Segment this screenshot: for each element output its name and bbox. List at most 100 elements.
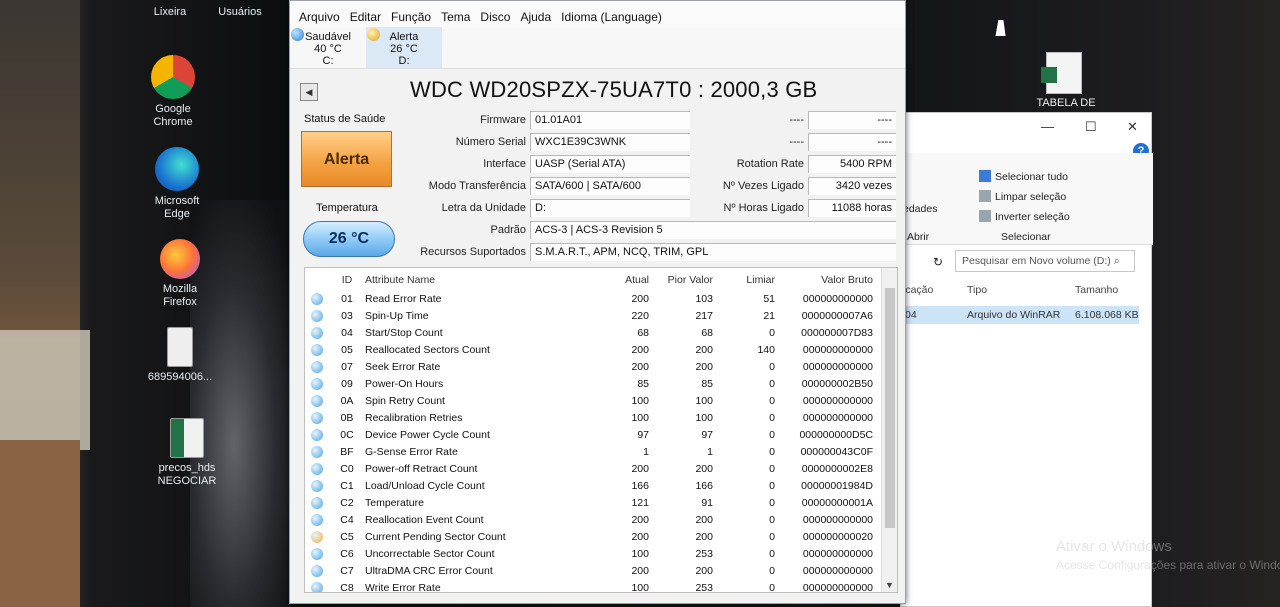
table-row[interactable]: 01 Read Error Rate 200 103 51 000000000000 bbox=[305, 290, 897, 307]
attribute-id: C0 bbox=[340, 463, 354, 475]
table-row[interactable]: 0B Recalibration Retries 100 100 0 0000000000… bbox=[305, 409, 897, 426]
health-status-label: Status de Saúde bbox=[304, 113, 386, 125]
desktop-icon-users[interactable]: Usuários bbox=[200, 6, 280, 19]
table-row[interactable]: C2 Temperature 121 91 0 00000000001A bbox=[305, 494, 897, 511]
activation-watermark-sub: Acesse Configurações para ativar o Windo… bbox=[1056, 558, 1280, 572]
status-dot-icon bbox=[311, 463, 323, 475]
minimize-icon[interactable]: — bbox=[1041, 119, 1054, 134]
select-all-button[interactable]: Selecionar tudo bbox=[979, 170, 1068, 183]
table-row[interactable]: C5 Current Pending Sector Count 200 200 0 000… bbox=[305, 528, 897, 545]
desktop-icon-label: precos_hds bbox=[158, 462, 216, 474]
status-dot-icon bbox=[311, 412, 323, 424]
disk-tab-temp: 26 °C bbox=[390, 43, 418, 55]
table-row[interactable]: 05 Reallocated Sectors Count 200 200 140 0000… bbox=[305, 341, 897, 358]
serial-label: Número Serial bbox=[455, 136, 526, 148]
attribute-threshold: 140 bbox=[757, 344, 775, 356]
desktop-icon-precos-hds[interactable]: precos_hds NEGOCIAR bbox=[147, 418, 227, 488]
health-good-icon bbox=[291, 28, 304, 41]
attribute-threshold: 0 bbox=[769, 565, 775, 577]
column-header-id[interactable]: ID bbox=[335, 274, 359, 286]
properties-button[interactable]: edades bbox=[903, 203, 937, 215]
menu-disco[interactable]: Disco bbox=[480, 10, 510, 24]
attribute-name: Uncorrectable Sector Count bbox=[365, 548, 495, 560]
firmware-value: 01.01A01 bbox=[530, 111, 690, 129]
attribute-raw: 000000002B50 bbox=[801, 378, 873, 390]
table-row[interactable]: 0C Device Power Cycle Count 97 97 0 000000000… bbox=[305, 426, 897, 443]
attribute-raw: 000000000000 bbox=[802, 293, 873, 305]
drive-letter-value: D: bbox=[530, 199, 690, 217]
column-header-worst[interactable]: Pior Valor bbox=[661, 274, 713, 286]
attribute-threshold: 0 bbox=[769, 327, 775, 339]
menu-ajuda[interactable]: Ajuda bbox=[520, 10, 551, 24]
attribute-current: 97 bbox=[637, 429, 649, 441]
menu-idioma[interactable]: Idioma (Language) bbox=[561, 10, 662, 24]
temperature-badge[interactable]: 26 °C bbox=[303, 221, 395, 257]
column-header-raw[interactable]: Valor Bruto bbox=[785, 274, 873, 286]
menu-editar[interactable]: Editar bbox=[350, 10, 381, 24]
table-row[interactable]: C1 Load/Unload Cycle Count 166 166 0 00000001… bbox=[305, 477, 897, 494]
rotation-rate-value: 5400 RPM bbox=[808, 155, 896, 173]
table-row[interactable]: BF G-Sense Error Rate 1 1 0 000000043C0F bbox=[305, 443, 897, 460]
desktop-icon-file[interactable]: 689594006... bbox=[140, 327, 220, 384]
excel-file-icon[interactable] bbox=[1041, 52, 1082, 94]
column-header-current[interactable]: Atual bbox=[601, 274, 649, 286]
desktop-icon-label-2: Firefox bbox=[163, 296, 197, 308]
scroll-down-icon[interactable]: ▼ bbox=[885, 580, 894, 590]
clear-selection-icon bbox=[979, 190, 991, 202]
attribute-name: Reallocated Sectors Count bbox=[365, 344, 490, 356]
column-header-size[interactable]: Tamanho bbox=[1075, 284, 1118, 296]
menu-arquivo[interactable]: Arquivo bbox=[299, 10, 340, 24]
refresh-icon[interactable]: ↻ bbox=[933, 255, 943, 269]
column-header-threshold[interactable]: Limiar bbox=[723, 274, 775, 286]
desktop-icon-firefox[interactable]: Mozilla Firefox bbox=[140, 239, 220, 309]
status-dot-icon bbox=[311, 582, 323, 592]
desktop-icon-chrome[interactable]: Google Chrome bbox=[133, 55, 213, 129]
smart-attributes-table[interactable]: ID Attribute Name Atual Pior Valor Limia… bbox=[304, 267, 898, 593]
column-header-type[interactable]: Tipo bbox=[967, 284, 987, 296]
table-row[interactable]: C4 Reallocation Event Count 200 200 0 0000000… bbox=[305, 511, 897, 528]
close-icon[interactable]: ✕ bbox=[1127, 119, 1138, 135]
maximize-icon[interactable]: ☐ bbox=[1085, 119, 1097, 135]
invert-selection-button[interactable]: Inverter seleção bbox=[979, 210, 1070, 223]
attribute-current: 121 bbox=[631, 497, 649, 509]
search-input[interactable]: Pesquisar em Novo volume (D:) ⌕ bbox=[955, 250, 1135, 272]
attribute-raw: 00000000001A bbox=[801, 497, 873, 509]
health-status-badge[interactable]: Alerta bbox=[301, 131, 392, 187]
disk-tab-c[interactable]: Saudável 40 °C C: bbox=[290, 27, 366, 68]
desktop-icon-tabela[interactable]: TABELA DE bbox=[1024, 97, 1108, 109]
attribute-name: Power-off Retract Count bbox=[365, 463, 478, 475]
explorer-ribbon: edades Selecionar tudo Limpar seleção In… bbox=[901, 153, 1153, 245]
table-row[interactable]: C0 Power-off Retract Count 200 200 0 00000000… bbox=[305, 460, 897, 477]
attribute-id: 0B bbox=[340, 412, 354, 424]
attribute-name: Start/Stop Count bbox=[365, 327, 443, 339]
vertical-scrollbar[interactable]: ▼ bbox=[881, 268, 897, 592]
firmware-label: Firmware bbox=[480, 114, 526, 126]
attribute-name: Spin-Up Time bbox=[365, 310, 429, 322]
table-row[interactable]: 09 Power-On Hours 85 85 0 000000002B50 bbox=[305, 375, 897, 392]
ribbon-group-select: Selecionar bbox=[1001, 231, 1051, 243]
table-row[interactable]: C7 UltraDMA CRC Error Count 200 200 0 0000000… bbox=[305, 562, 897, 579]
crystaldiskinfo-window: Arquivo Editar Função Tema Disco Ajuda I… bbox=[289, 0, 906, 604]
column-header-attribute[interactable]: Attribute Name bbox=[365, 274, 435, 286]
clear-selection-button[interactable]: Limpar seleção bbox=[979, 190, 1066, 203]
attribute-worst: 1 bbox=[707, 446, 713, 458]
previous-disk-button[interactable]: ◀ bbox=[300, 83, 318, 101]
table-row[interactable]: 0A Spin Retry Count 100 100 0 000000000000 bbox=[305, 392, 897, 409]
column-header-location[interactable]: icação bbox=[903, 284, 933, 296]
attribute-worst: 91 bbox=[701, 497, 713, 509]
table-row[interactable]: 03 Spin-Up Time 220 217 21 0000000007A6 bbox=[305, 307, 897, 324]
attribute-worst: 68 bbox=[701, 327, 713, 339]
desktop-icon-label: Google bbox=[155, 103, 191, 115]
table-row[interactable]: 07 Seek Error Rate 200 200 0 000000000000 bbox=[305, 358, 897, 375]
desktop-icon-edge[interactable]: Microsoft Edge bbox=[137, 147, 217, 221]
desktop-icon-recycle-bin[interactable]: Lixeira bbox=[130, 6, 210, 19]
table-row[interactable]: C8 Write Error Rate 100 253 0 000000000000 bbox=[305, 579, 897, 592]
table-row[interactable]: C6 Uncorrectable Sector Count 100 253 0 00000… bbox=[305, 545, 897, 562]
menu-funcao[interactable]: Função bbox=[391, 10, 431, 24]
table-row[interactable]: 04 Start/Stop Count 68 68 0 000000007D83 bbox=[305, 324, 897, 341]
desktop-icon-label-2: Edge bbox=[164, 208, 190, 220]
menu-tema[interactable]: Tema bbox=[441, 10, 470, 24]
attribute-id: C6 bbox=[340, 548, 354, 560]
disk-tab-d[interactable]: Alerta 26 °C D: bbox=[366, 27, 442, 68]
scrollbar-thumb[interactable] bbox=[885, 288, 895, 528]
